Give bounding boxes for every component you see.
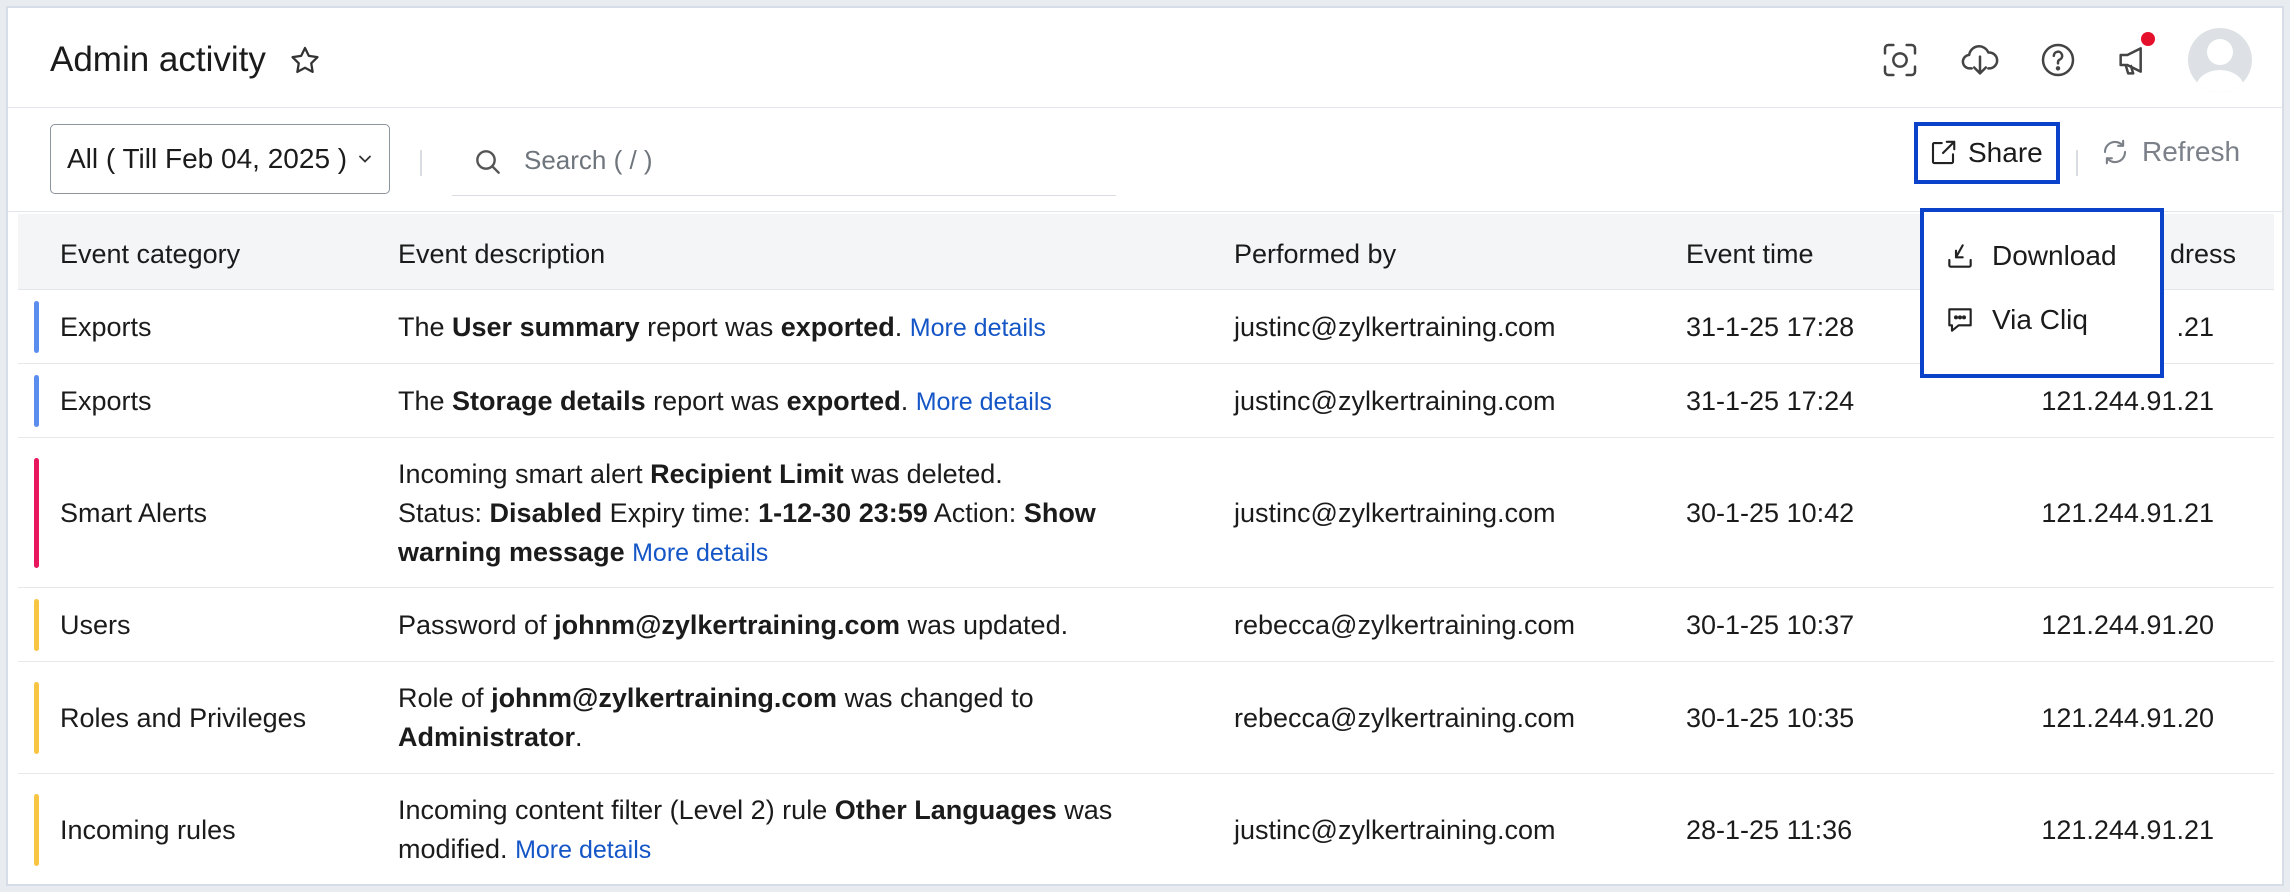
search-icon xyxy=(476,150,500,174)
column-header-description[interactable]: Event description xyxy=(398,239,605,270)
column-header-event-time[interactable]: Event time xyxy=(1686,239,1814,270)
ip-address: 121.244.91.21 xyxy=(2041,386,2214,416)
event-time: 31-1-25 17:24 xyxy=(1686,386,1855,416)
share-menu-download-label: Download xyxy=(1992,240,2117,271)
search-box xyxy=(452,126,1116,196)
page-header: Admin activity xyxy=(8,8,2282,108)
ip-address: 121.244.91.21 xyxy=(2041,498,2214,528)
screenshot-icon[interactable] xyxy=(1880,40,1920,80)
period-dropdown[interactable]: All ( Till Feb 04, 2025 ) xyxy=(50,124,390,194)
refresh-button-label: Refresh xyxy=(2142,136,2241,167)
event-time: 30-1-25 10:37 xyxy=(1686,610,1855,640)
performed-by: rebecca@zylkertraining.com xyxy=(1234,610,1576,640)
chat-icon xyxy=(1948,308,1972,332)
table-row[interactable]: Users Password of johnm@zylkertraining.co… xyxy=(18,588,2274,662)
chevron-down-icon xyxy=(359,155,371,163)
event-description: The Storage details report was exported.… xyxy=(398,386,1052,416)
category-color-bar xyxy=(34,599,39,651)
avatar[interactable] xyxy=(2188,28,2252,92)
category-color-bar xyxy=(34,301,39,353)
search-input[interactable] xyxy=(524,138,1084,182)
column-header-performed-by[interactable]: Performed by xyxy=(1234,239,1396,270)
category-color-bar xyxy=(34,375,39,427)
event-description: Role of johnm@zylkertraining.com was cha… xyxy=(398,683,1034,752)
share-menu-via-cliq[interactable]: Via Cliq xyxy=(1944,304,2088,336)
cloud-download-icon[interactable] xyxy=(1960,40,2000,80)
period-dropdown-label: All ( Till Feb 04, 2025 ) xyxy=(67,143,348,174)
event-category: Roles and Privileges xyxy=(60,703,307,733)
share-icon xyxy=(1931,140,1956,165)
more-details-link[interactable]: More details xyxy=(632,539,768,567)
share-menu-via-cliq-label: Via Cliq xyxy=(1992,304,2088,335)
column-header-ip-address[interactable]: dress xyxy=(2170,239,2236,270)
performed-by: justinc@zylkertraining.com xyxy=(1234,498,1556,528)
column-header-category[interactable]: Event category xyxy=(60,239,240,270)
admin-activity-panel: Admin activity All (Till Feb 04, 2025)… xyxy=(6,6,2284,886)
event-description: Incoming content filter (Level 2) rule O… xyxy=(398,795,1113,864)
divider xyxy=(2076,150,2078,176)
ip-address: 121.244.91.21 xyxy=(2041,815,2214,845)
star-icon[interactable] xyxy=(288,44,322,78)
category-color-bar xyxy=(34,682,39,754)
share-button[interactable]: Share xyxy=(1914,122,2060,184)
toolbar: All ( Till Feb 04, 2025 ) Share Refresh xyxy=(8,108,2282,212)
more-details-link[interactable]: More details xyxy=(910,314,1046,342)
event-description: The User summary report was exported. Mo… xyxy=(398,312,1046,342)
table-row[interactable]: Smart Alerts Incoming smart alert Recipie… xyxy=(18,438,2274,588)
event-time: 30-1-25 10:42 xyxy=(1686,498,1855,528)
more-details-link[interactable]: More details xyxy=(916,388,1052,416)
announcement-icon[interactable] xyxy=(2114,40,2154,80)
refresh-icon xyxy=(2103,139,2127,165)
event-time: 30-1-25 10:35 xyxy=(1686,703,1855,733)
divider xyxy=(420,150,422,176)
event-time: 28-1-25 11:36 xyxy=(1686,815,1853,845)
more-details-link[interactable]: More details xyxy=(515,836,651,864)
notification-dot xyxy=(2141,32,2155,46)
table-row[interactable]: Incoming rules Incoming content filter (L… xyxy=(18,774,2274,884)
performed-by: justinc@zylkertraining.com xyxy=(1234,815,1556,845)
performed-by: justinc@zylkertraining.com xyxy=(1234,312,1556,342)
event-category: Smart Alerts xyxy=(60,498,208,528)
event-description: Incoming smart alert Recipient Limit was… xyxy=(398,459,1096,567)
ip-address: 121.244.91.20 xyxy=(2041,703,2214,733)
event-description: Password of johnm@zylkertraining.com was… xyxy=(398,610,1069,640)
category-color-bar xyxy=(34,458,39,568)
table-row[interactable]: Roles and Privileges Role of johnm@zylker… xyxy=(18,662,2274,774)
page-title: Admin activity xyxy=(50,40,266,79)
event-category: Users xyxy=(60,610,131,640)
event-category: Exports xyxy=(60,312,152,342)
share-menu: Download Via Cliq xyxy=(1920,208,2164,378)
event-category: Incoming rules xyxy=(60,815,236,845)
event-time: 31-1-25 17:28 xyxy=(1686,312,1855,342)
category-color-bar xyxy=(34,794,39,866)
help-icon[interactable] xyxy=(2038,40,2078,80)
share-button-label: Share xyxy=(1968,137,2043,168)
performed-by: rebecca@zylkertraining.com xyxy=(1234,703,1576,733)
event-category: Exports xyxy=(60,386,152,416)
share-menu-download[interactable]: Download xyxy=(1944,240,2117,272)
ip-address: 121.244.91.20 xyxy=(2041,610,2214,640)
performed-by: justinc@zylkertraining.com xyxy=(1234,386,1556,416)
download-icon xyxy=(1948,244,1972,268)
refresh-button[interactable]: Refresh xyxy=(2100,130,2240,174)
